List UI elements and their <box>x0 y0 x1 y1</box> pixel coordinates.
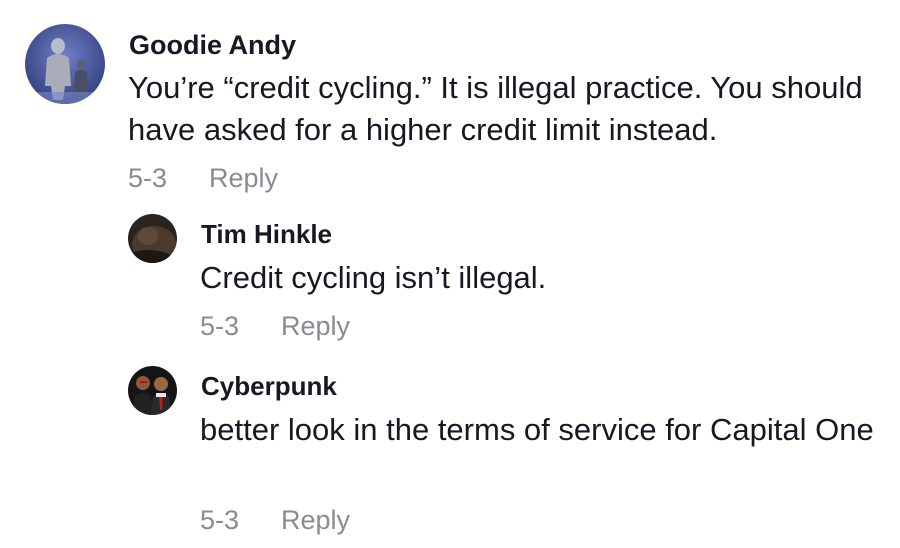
comment-date: 5-3 <box>200 505 240 535</box>
avatar[interactable] <box>128 214 177 263</box>
reply-button[interactable]: Reply <box>281 505 350 536</box>
comment-date: 5-3 <box>200 311 240 341</box>
comment-text: You’re “credit cycling.” It is illegal p… <box>128 70 863 147</box>
comment-meta: 5-3 Reply <box>200 505 350 536</box>
dark-photo-avatar-icon <box>128 214 177 263</box>
comment-meta: 5-3 Reply <box>128 163 278 194</box>
comment-text: Credit cycling isn’t illegal. <box>200 260 547 295</box>
comment-username[interactable]: Cyberpunk <box>201 371 337 402</box>
two-people-photo-avatar-icon <box>128 366 177 415</box>
comment-username[interactable]: Tim Hinkle <box>201 219 332 250</box>
comment-date: 5-3 <box>128 163 168 193</box>
avatar[interactable] <box>25 24 105 104</box>
reply-button[interactable]: Reply <box>209 163 278 194</box>
comment-text: better look in the terms of service for … <box>200 412 874 447</box>
reply-button[interactable]: Reply <box>281 311 350 342</box>
comment-username[interactable]: Goodie Andy <box>129 30 296 61</box>
avatar[interactable] <box>128 366 177 415</box>
comment-meta: 5-3 Reply <box>200 311 350 342</box>
statue-photo-avatar-icon <box>25 24 105 104</box>
